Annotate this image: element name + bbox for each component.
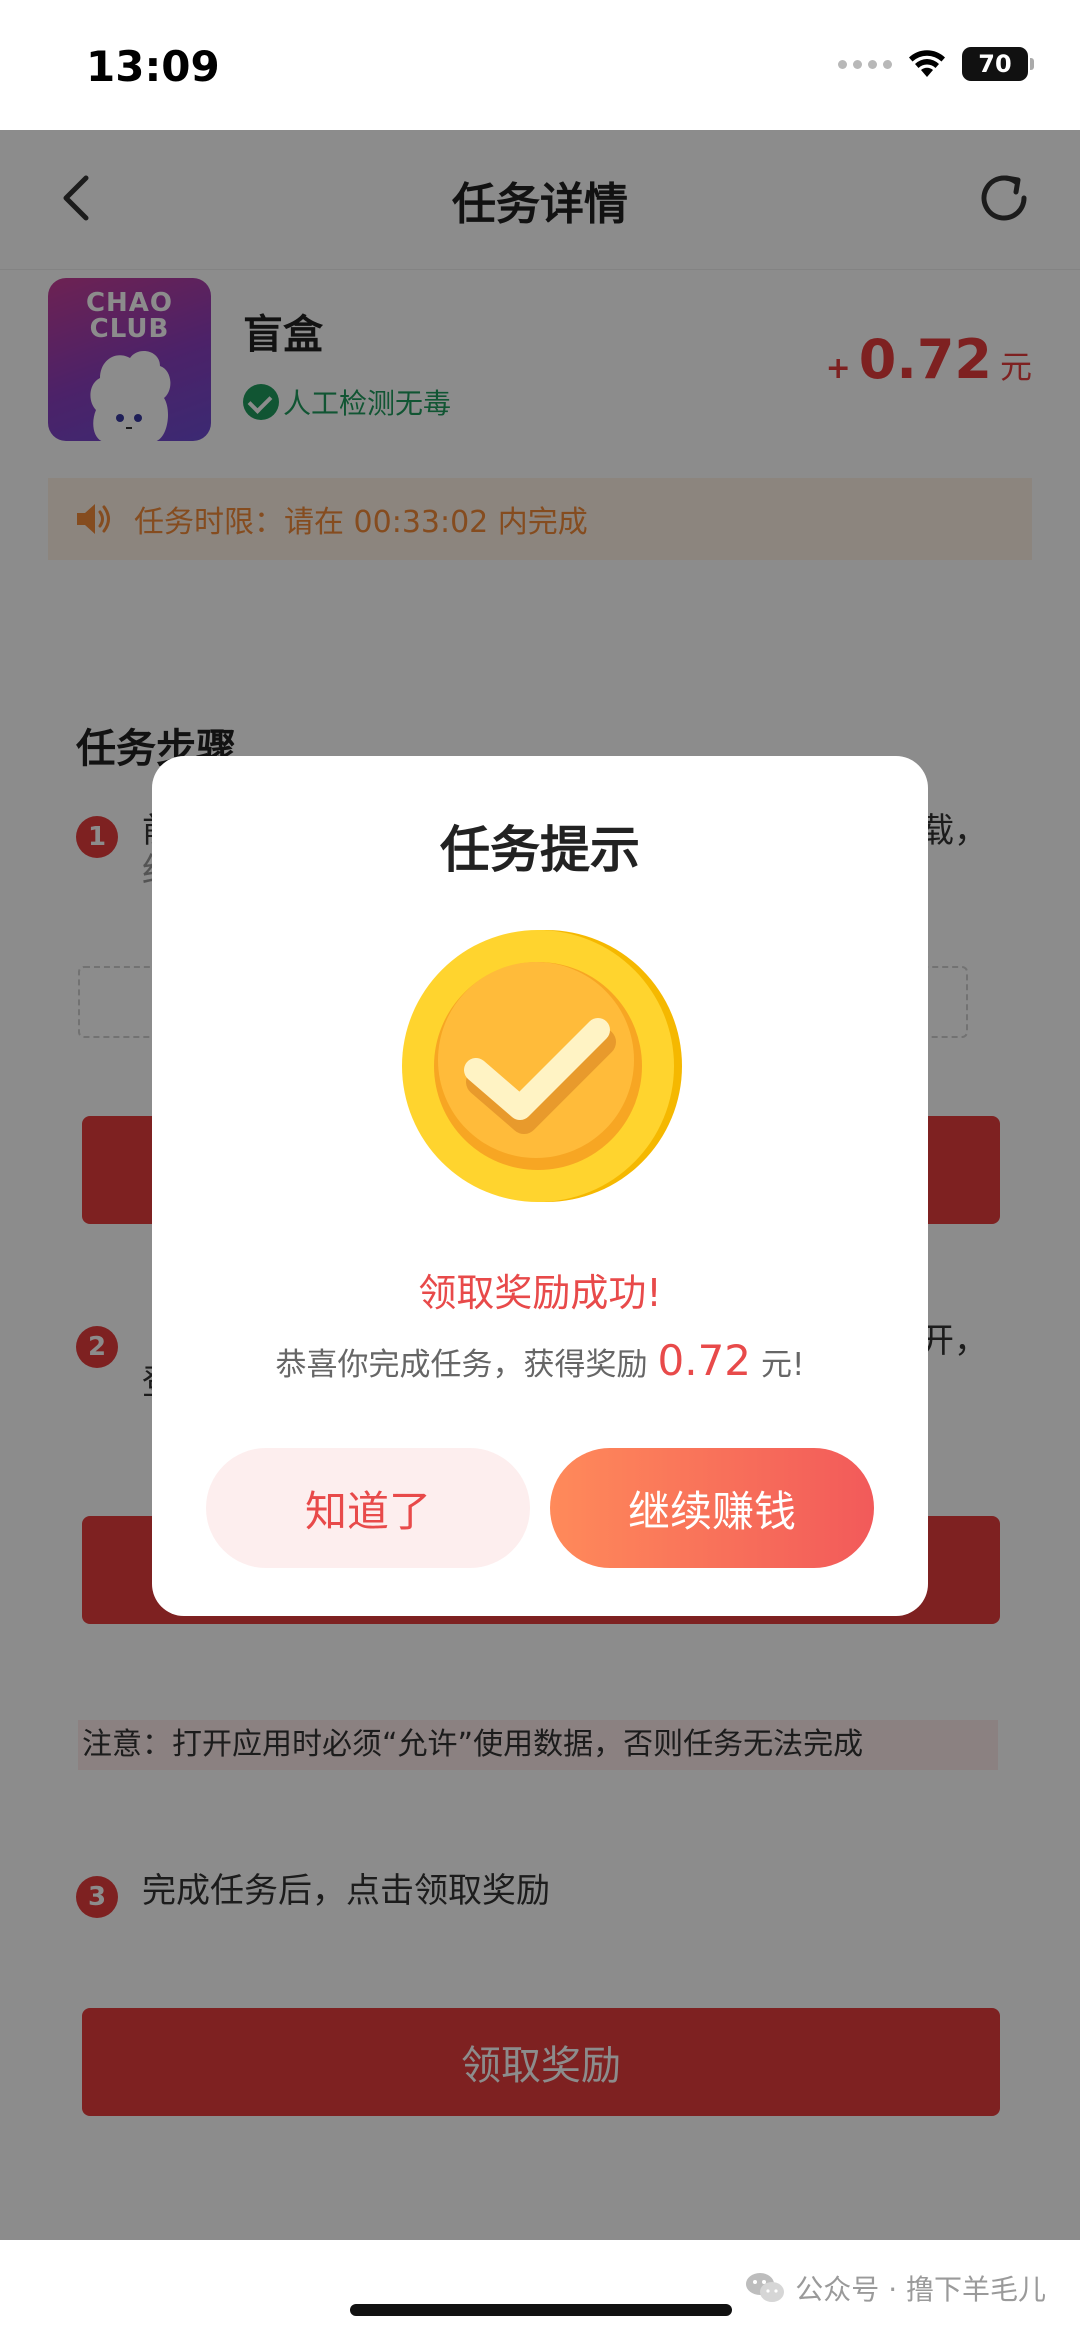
wifi-icon	[909, 50, 945, 77]
watermark: 公众号 · 撸下羊毛儿	[745, 2268, 1046, 2308]
congrats-amount: 0.72	[657, 1336, 752, 1385]
status-time: 13:09	[86, 42, 220, 91]
battery-icon: 70	[962, 47, 1034, 81]
coin-check-icon	[402, 930, 682, 1202]
status-icons: 70	[838, 44, 1034, 84]
continue-earning-button[interactable]: 继续赚钱	[550, 1448, 874, 1568]
congrats-prefix: 恭喜你完成任务，获得奖励	[275, 1347, 648, 1383]
wechat-icon	[746, 2273, 785, 2302]
status-bar: 13:09 70	[0, 0, 1080, 130]
modal-title: 任务提示	[440, 821, 640, 879]
watermark-text: 公众号 · 撸下羊毛儿	[795, 2273, 1046, 2306]
success-text: 领取奖励成功!	[418, 1271, 662, 1315]
congrats-suffix: 元!	[761, 1347, 805, 1383]
signal-icon	[838, 59, 892, 69]
bottom-bar: 公众号 · 撸下羊毛儿	[0, 2240, 1080, 2337]
got-it-button[interactable]: 知道了	[206, 1448, 530, 1568]
task-success-modal: 任务提示 领取奖励成功! 恭喜你完成任务，获得奖励 0.72 元! 知道了 继续…	[152, 756, 928, 1616]
home-indicator[interactable]	[350, 2304, 732, 2316]
congrats-line: 恭喜你完成任务，获得奖励 0.72 元!	[152, 1336, 928, 1385]
